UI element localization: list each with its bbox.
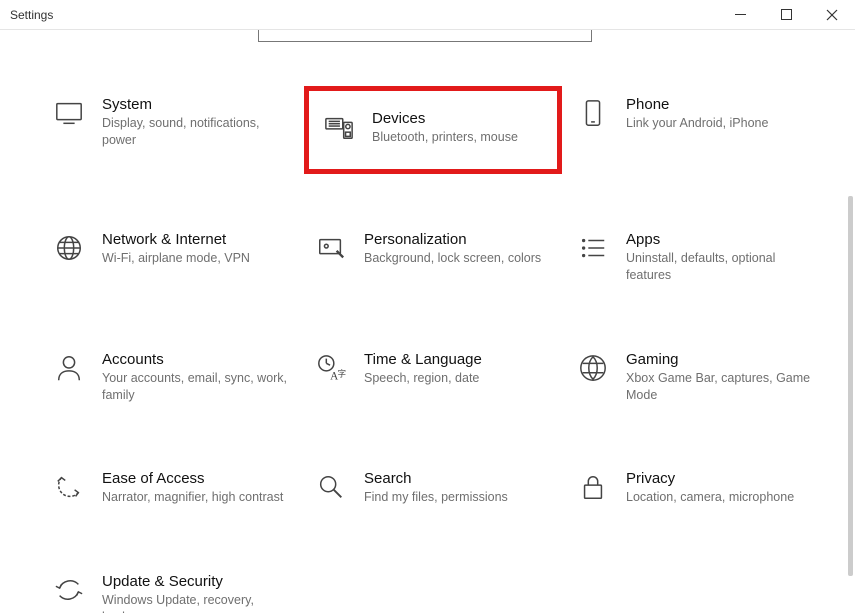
tile-title: Privacy: [626, 470, 814, 487]
scrollbar[interactable]: [848, 196, 853, 576]
ease-of-access-icon: [52, 470, 86, 504]
search-icon: [314, 470, 348, 504]
tile-title: Personalization: [364, 231, 552, 248]
tile-desc: Background, lock screen, colors: [364, 250, 552, 267]
tile-desc: Speech, region, date: [364, 370, 552, 387]
titlebar: Settings: [0, 0, 855, 30]
tile-title: Gaming: [626, 351, 814, 368]
tile-title: Apps: [626, 231, 814, 248]
window-title: Settings: [10, 8, 53, 22]
tile-search[interactable]: Search Find my files, permissions: [308, 464, 558, 512]
tile-desc: Wi-Fi, airplane mode, VPN: [102, 250, 290, 267]
tile-title: Ease of Access: [102, 470, 290, 487]
tile-title: Phone: [626, 96, 814, 113]
search-input[interactable]: [258, 30, 592, 42]
apps-icon: [576, 231, 610, 265]
tile-desc: Uninstall, defaults, optional features: [626, 250, 814, 284]
tile-desc: Display, sound, notifications, power: [102, 115, 290, 149]
globe-icon: [52, 231, 86, 265]
tile-time-language[interactable]: A 字 Time & Language Speech, region, date: [308, 345, 558, 410]
tile-update-security[interactable]: Update & Security Windows Update, recove…: [46, 567, 296, 613]
phone-icon: [576, 96, 610, 130]
tile-ease-of-access[interactable]: Ease of Access Narrator, magnifier, high…: [46, 464, 296, 512]
settings-content: System Display, sound, notifications, po…: [0, 90, 855, 613]
minimize-button[interactable]: [717, 0, 763, 30]
maximize-button[interactable]: [763, 0, 809, 30]
tile-desc: Location, camera, microphone: [626, 489, 814, 506]
devices-icon: [322, 110, 356, 144]
tile-desc: Bluetooth, printers, mouse: [372, 129, 552, 146]
tile-desc: Windows Update, recovery, backup: [102, 592, 290, 613]
tile-apps[interactable]: Apps Uninstall, defaults, optional featu…: [570, 225, 820, 290]
gaming-icon: [576, 351, 610, 385]
tile-system[interactable]: System Display, sound, notifications, po…: [46, 90, 296, 170]
tile-title: Network & Internet: [102, 231, 290, 248]
tile-desc: Xbox Game Bar, captures, Game Mode: [626, 370, 814, 404]
settings-grid: System Display, sound, notifications, po…: [46, 90, 809, 613]
tile-desc: Your accounts, email, sync, work, family: [102, 370, 290, 404]
tile-desc: Find my files, permissions: [364, 489, 552, 506]
window-controls: [717, 0, 855, 30]
tile-desc: Link your Android, iPhone: [626, 115, 814, 132]
tile-desc: Narrator, magnifier, high contrast: [102, 489, 290, 506]
tile-devices[interactable]: Devices Bluetooth, printers, mouse: [308, 90, 558, 170]
tile-privacy[interactable]: Privacy Location, camera, microphone: [570, 464, 820, 512]
tile-title: Devices: [372, 110, 552, 127]
tile-title: System: [102, 96, 290, 113]
svg-text:字: 字: [338, 368, 346, 378]
tile-accounts[interactable]: Accounts Your accounts, email, sync, wor…: [46, 345, 296, 410]
tile-network[interactable]: Network & Internet Wi-Fi, airplane mode,…: [46, 225, 296, 290]
time-language-icon: A 字: [314, 351, 348, 385]
tile-title: Time & Language: [364, 351, 552, 368]
tile-title: Accounts: [102, 351, 290, 368]
update-icon: [52, 573, 86, 607]
close-button[interactable]: [809, 0, 855, 30]
lock-icon: [576, 470, 610, 504]
tile-personalization[interactable]: Personalization Background, lock screen,…: [308, 225, 558, 290]
paintbrush-icon: [314, 231, 348, 265]
tile-title: Search: [364, 470, 552, 487]
system-icon: [52, 96, 86, 130]
tile-title: Update & Security: [102, 573, 290, 590]
tile-phone[interactable]: Phone Link your Android, iPhone: [570, 90, 820, 170]
tile-gaming[interactable]: Gaming Xbox Game Bar, captures, Game Mod…: [570, 345, 820, 410]
person-icon: [52, 351, 86, 385]
